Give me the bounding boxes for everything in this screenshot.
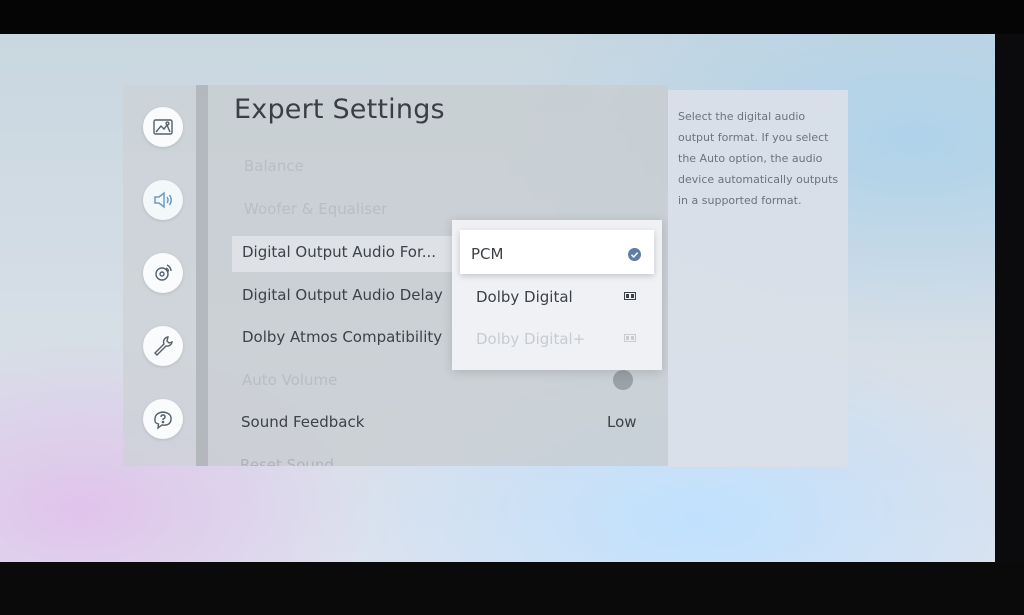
description-text: Select the digital audio output format. … (678, 110, 839, 207)
option-dolby-digital[interactable]: Dolby Digital (476, 288, 573, 306)
support-icon[interactable] (143, 326, 183, 366)
dolby-icon (624, 292, 636, 300)
panel-edge (196, 85, 208, 466)
menu-item-dolby-atmos[interactable]: Dolby Atmos Compatibility (242, 328, 442, 346)
broadcast-icon[interactable] (143, 253, 183, 293)
menu-item-digital-output-delay[interactable]: Digital Output Audio Delay (242, 286, 443, 304)
picture-icon[interactable] (143, 107, 183, 147)
menu-item-balance[interactable]: Balance (244, 157, 304, 175)
menu-item-reset-sound[interactable]: Reset Sound (240, 456, 334, 466)
menu-item-digital-output-format[interactable]: Digital Output Audio For... (242, 243, 436, 261)
menu-item-auto-volume[interactable]: Auto Volume (242, 371, 337, 389)
page-title: Expert Settings (234, 94, 445, 125)
help-icon[interactable] (143, 399, 183, 439)
menu-item-woofer-equaliser[interactable]: Woofer & Equaliser (244, 200, 387, 218)
auto-volume-toggle[interactable] (613, 370, 633, 390)
option-dolby-digital-plus: Dolby Digital+ (476, 330, 586, 348)
menu-item-sound-feedback[interactable]: Sound Feedback (241, 413, 364, 431)
menu-overflow-clip: Reset Sound (196, 455, 668, 466)
sound-feedback-value: Low (607, 413, 637, 431)
sound-icon[interactable] (143, 180, 183, 220)
check-icon (628, 248, 641, 261)
option-pcm-label: PCM (471, 245, 504, 263)
tv-bezel (995, 34, 1024, 562)
dolby-icon (624, 334, 636, 342)
tv-bezel-bottom (0, 562, 1024, 615)
